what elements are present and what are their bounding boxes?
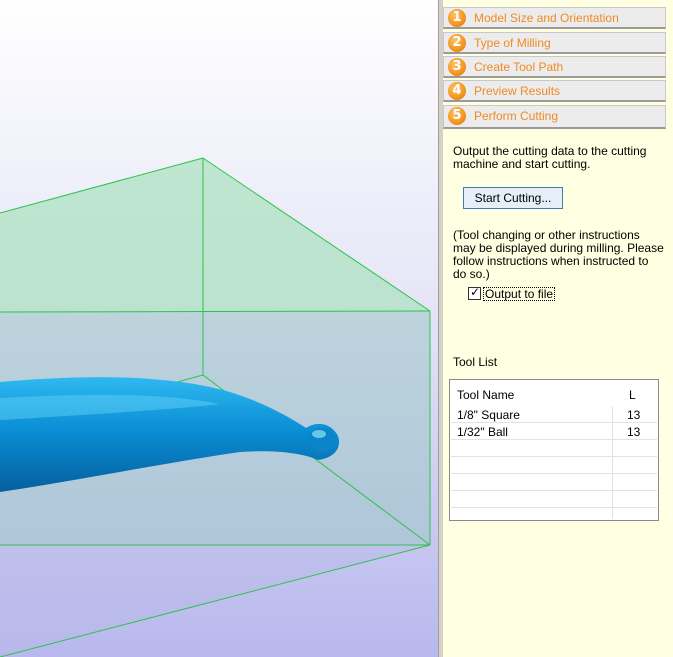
milling-model-tip-highlight bbox=[312, 430, 326, 438]
check-mark-icon: ✓ bbox=[470, 285, 481, 299]
step-label: Type of Milling bbox=[474, 36, 551, 50]
step-label: Preview Results bbox=[474, 84, 561, 98]
table-row-empty bbox=[451, 475, 657, 491]
cutting-description-line-2: machine and start cutting. bbox=[453, 157, 591, 171]
3d-scene bbox=[0, 157, 431, 657]
step-number-icon: 1 bbox=[448, 9, 466, 27]
step-perform-cutting[interactable]: 5 Perform Cutting bbox=[443, 105, 666, 129]
step-number-icon: 5 bbox=[448, 107, 466, 125]
tool-list-table[interactable]: Tool Name L 1/8" Square 13 1/32" Ball 13 bbox=[449, 379, 659, 521]
table-row[interactable]: 1/8" Square 13 bbox=[451, 407, 657, 423]
step-create-tool-path[interactable]: 3 Create Tool Path bbox=[443, 56, 666, 78]
output-to-file-checkbox[interactable]: ✓ bbox=[468, 285, 481, 300]
step-number-icon: 2 bbox=[448, 34, 466, 52]
step-type-of-milling[interactable]: 2 Type of Milling bbox=[443, 32, 666, 54]
tool-list-label: Tool List bbox=[453, 355, 498, 369]
tool-name-cell: 1/32" Ball bbox=[457, 425, 508, 439]
table-row[interactable]: 1/32" Ball 13 bbox=[451, 424, 657, 440]
step-preview-results[interactable]: 4 Preview Results bbox=[443, 80, 666, 102]
3d-preview-viewport[interactable] bbox=[0, 0, 438, 657]
column-header-tool-name[interactable]: Tool Name bbox=[457, 380, 514, 406]
step-label: Create Tool Path bbox=[474, 60, 564, 74]
tool-l-cell: 13 bbox=[627, 425, 641, 439]
step-number-icon: 3 bbox=[448, 58, 466, 76]
table-row-empty bbox=[451, 458, 657, 474]
start-cutting-button[interactable]: Start Cutting... bbox=[463, 187, 563, 209]
step-label: Model Size and Orientation bbox=[474, 11, 619, 25]
step-model-size-and-orientation[interactable]: 1 Model Size and Orientation bbox=[443, 7, 666, 29]
output-to-file-label[interactable]: Output to file bbox=[483, 287, 556, 301]
bounding-box-top-face bbox=[0, 158, 430, 312]
cutting-note-line-4: do so.) bbox=[453, 267, 490, 281]
table-row-empty bbox=[451, 492, 657, 508]
step-number-icon: 4 bbox=[448, 82, 466, 100]
wizard-panel: 1 Model Size and Orientation 2 Type of M… bbox=[443, 0, 673, 657]
column-header-l[interactable]: L bbox=[629, 380, 636, 406]
table-row-empty bbox=[451, 441, 657, 457]
tool-l-cell: 13 bbox=[627, 408, 641, 422]
step-label: Perform Cutting bbox=[474, 109, 559, 123]
tool-name-cell: 1/8" Square bbox=[457, 408, 520, 422]
